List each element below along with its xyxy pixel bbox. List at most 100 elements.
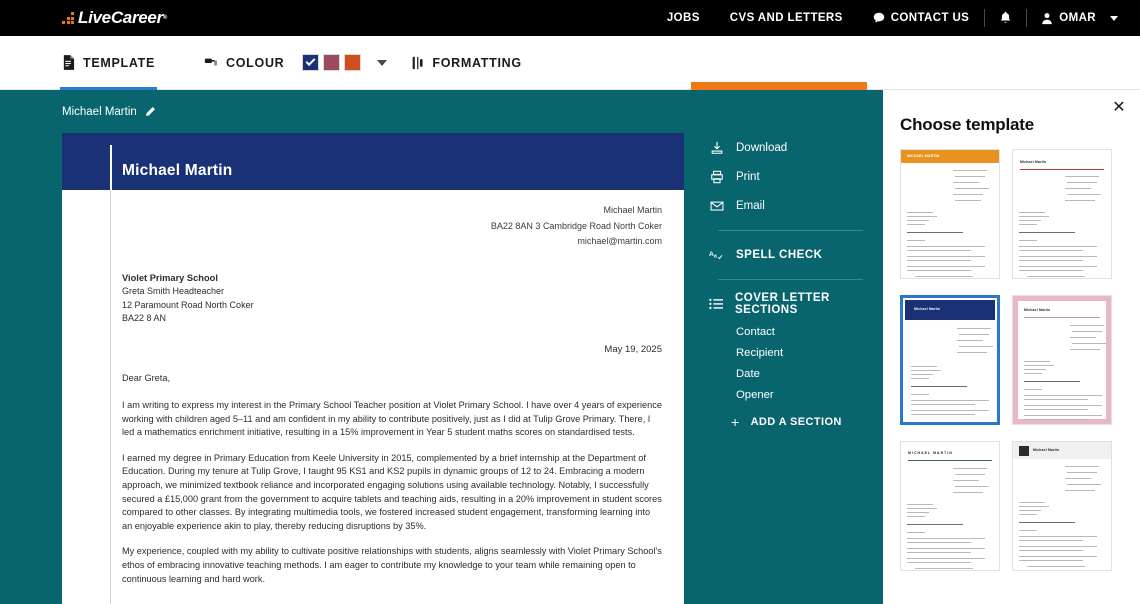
template-text-line [907,551,971,553]
template-thumbnail: MICHAEL MARTIN [901,442,999,570]
notification-bell-icon [1001,11,1011,23]
download-button[interactable]: Download [709,133,869,162]
add-a-section-label: ADD A SECTION [750,416,842,428]
letter-paragraph-3: My experience, coupled with my ability t… [122,546,662,584]
template-text-line [955,486,989,487]
user-name-label: OMAR [1059,12,1096,24]
pencil-icon[interactable] [144,106,156,118]
template-text-line [959,334,989,335]
tab-formatting[interactable]: FORMATTING [409,36,523,90]
template-text-line [907,232,963,233]
template-text-line [1070,337,1096,338]
paint-roller-icon [204,58,217,66]
template-text-line [955,200,981,201]
colour-swatch-orange[interactable] [344,54,362,71]
recipient-name: Greta Smith Headteacher [122,286,225,296]
email-button[interactable]: Email [709,191,869,220]
email-label: Email [736,199,765,212]
nav-link-cvs-and-letters[interactable]: CVS AND LETTERS [715,12,858,24]
letter-body-text[interactable]: Dear Greta, I am writing to express my i… [62,355,684,587]
colour-swatches [302,54,362,71]
template-text-line [1065,176,1099,177]
letter-salutation: Dear Greta, [122,372,170,383]
colour-expand-chevron-down-icon[interactable] [377,59,388,66]
template-card-dark-square[interactable]: Michael Martin [1012,441,1112,571]
template-text-line [955,188,989,189]
template-text-line [907,212,933,213]
template-text-line [1019,256,1097,257]
template-card-orange-banner[interactable]: MICHAEL MARTIN [900,149,1000,279]
template-text-line [911,386,967,387]
template-grid: MICHAEL MARTIN Michael Martin Michael Ma… [900,149,1130,571]
section-item-contact[interactable]: Contact [709,321,869,342]
colour-swatch-navy[interactable] [302,54,320,71]
template-text-line [1019,522,1075,523]
template-text-line [907,224,925,225]
user-menu-button[interactable]: OMAR [1027,12,1128,25]
letter-page-body: Michael Martin BA22 8AN 3 Cambridge Road… [62,190,684,604]
add-a-section-button[interactable]: + ADD A SECTION [709,415,869,429]
letter-date[interactable]: May 19, 2025 [62,326,684,355]
template-text-line [1024,395,1102,396]
template-text-line [1019,212,1045,213]
tab-colour[interactable]: COLOUR [202,36,389,90]
template-heading: Michael Martin [914,307,941,311]
template-text-line [1019,224,1037,225]
section-item-opener[interactable]: Opener [709,384,869,405]
template-text-line [911,378,929,379]
cover-letter-sections-header[interactable]: COVER LETTER SECTIONS [709,289,869,318]
template-text-line [907,256,985,257]
sender-address-block[interactable]: Michael Martin BA22 8AN 3 Cambridge Road… [62,190,684,250]
template-card-pink-frame[interactable]: Michael Martin [1012,295,1112,425]
nav-link-contact-us[interactable]: CONTACT US [858,12,985,24]
spell-check-button[interactable]: A a SPELL CHECK [709,240,869,269]
template-text-line [907,246,985,247]
colour-swatch-maroon[interactable] [323,54,341,71]
template-text-line [953,492,983,493]
template-text-line [911,400,989,401]
section-item-date[interactable]: Date [709,363,869,384]
template-text-line [1019,510,1041,511]
template-thumbnail: Michael Martin [1013,296,1111,424]
template-thumbnail: Michael Martin [1013,150,1111,278]
close-icon[interactable]: ✕ [1108,96,1130,118]
nav-link-jobs[interactable]: JOBS [652,12,715,24]
template-text-line [1019,216,1049,217]
spellcheck-icon: A a [709,248,724,261]
template-card-red-rule[interactable]: Michael Martin [1012,149,1112,279]
nav-link-contact-us-label: CONTACT US [890,12,970,24]
sender-line-1: Michael Martin [603,205,662,215]
letter-paragraph-2: I earned my degree in Primary Education … [122,452,662,531]
template-text-line [1024,405,1102,406]
template-text-line [1019,220,1041,221]
template-text-line [907,538,985,539]
tab-template[interactable]: TEMPLATE [60,36,158,90]
notification-bell-button[interactable] [985,11,1026,25]
template-text-line [957,352,987,353]
template-text-line [915,276,973,277]
template-text-line [1019,502,1045,503]
template-text-line [1024,398,1088,400]
template-heading: Michael Martin [1024,308,1051,312]
template-text-line [915,568,973,569]
template-heading: Michael Martin [1020,160,1047,164]
template-text-line [1024,389,1042,390]
top-nav-links: JOBS CVS AND LETTERS CONTACT US OMAR [652,9,1128,27]
template-text-line [1019,549,1083,551]
template-card-green-rule[interactable]: MICHAEL MARTIN [900,441,1000,571]
logo-dots-icon [62,12,74,24]
logo-text: LiveCareer [78,8,163,27]
print-button[interactable]: Print [709,162,869,191]
recipient-address-block[interactable]: Violet Primary School Greta Smith Headte… [62,250,684,326]
template-card-navy-banner[interactable]: Michael Martin [900,295,1000,425]
livecareer-logo[interactable]: LiveCareer ® [62,8,167,28]
template-text-line [907,240,925,241]
tab-colour-label: COLOUR [226,55,285,70]
template-text-line [1019,266,1097,267]
plus-icon: + [731,414,740,430]
document-title: Michael Martin [62,106,137,118]
cover-letter-sections-list: Contact Recipient Date Opener [709,321,869,405]
template-text-line [953,170,987,171]
letter-page[interactable]: Michael Martin Michael Martin BA22 8AN 3… [62,133,684,604]
section-item-recipient[interactable]: Recipient [709,342,869,363]
